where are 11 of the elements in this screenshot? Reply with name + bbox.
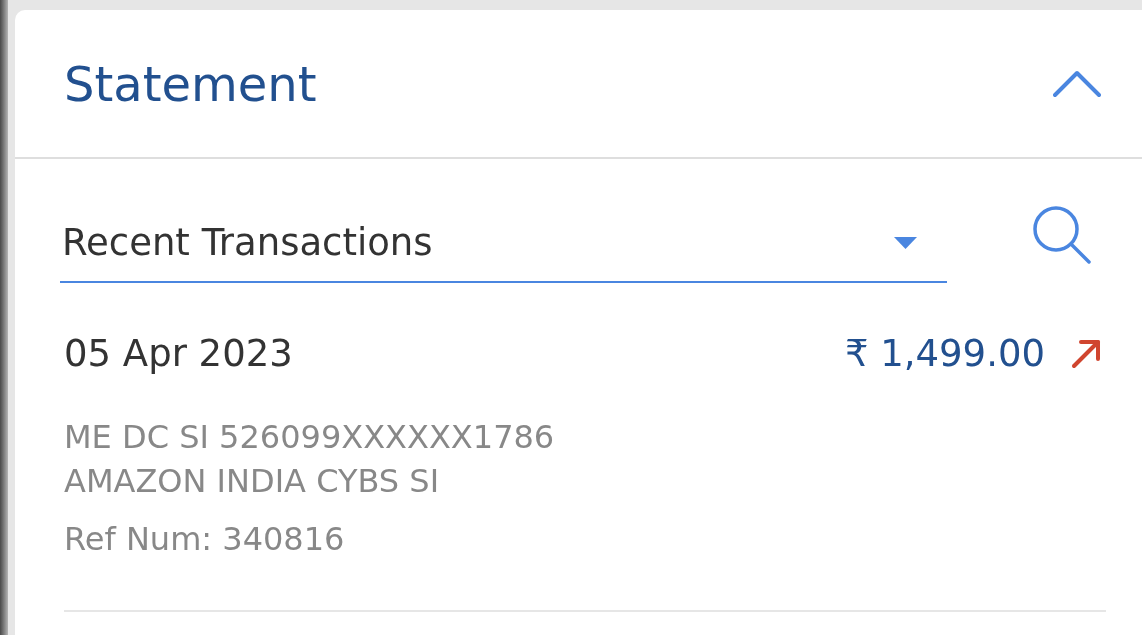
caret-down-icon — [894, 237, 917, 249]
transactions-dropdown[interactable]: Recent Transactions — [60, 205, 947, 283]
transaction-description: AMAZON INDIA CYBS SI — [64, 461, 440, 502]
arrow-up-right-icon — [1071, 339, 1101, 369]
transaction-description: ME DC SI 526099XXXXXX1786 — [64, 417, 555, 458]
reference-number: Ref Num: 340816 — [64, 519, 345, 560]
card-title: Statement — [64, 59, 317, 108]
transaction-date: 05 Apr 2023 — [64, 332, 293, 376]
search-icon[interactable] — [1032, 205, 1092, 265]
chevron-up-icon[interactable] — [1053, 69, 1101, 98]
transaction-amount: ₹ 1,499.00 — [844, 332, 1045, 376]
